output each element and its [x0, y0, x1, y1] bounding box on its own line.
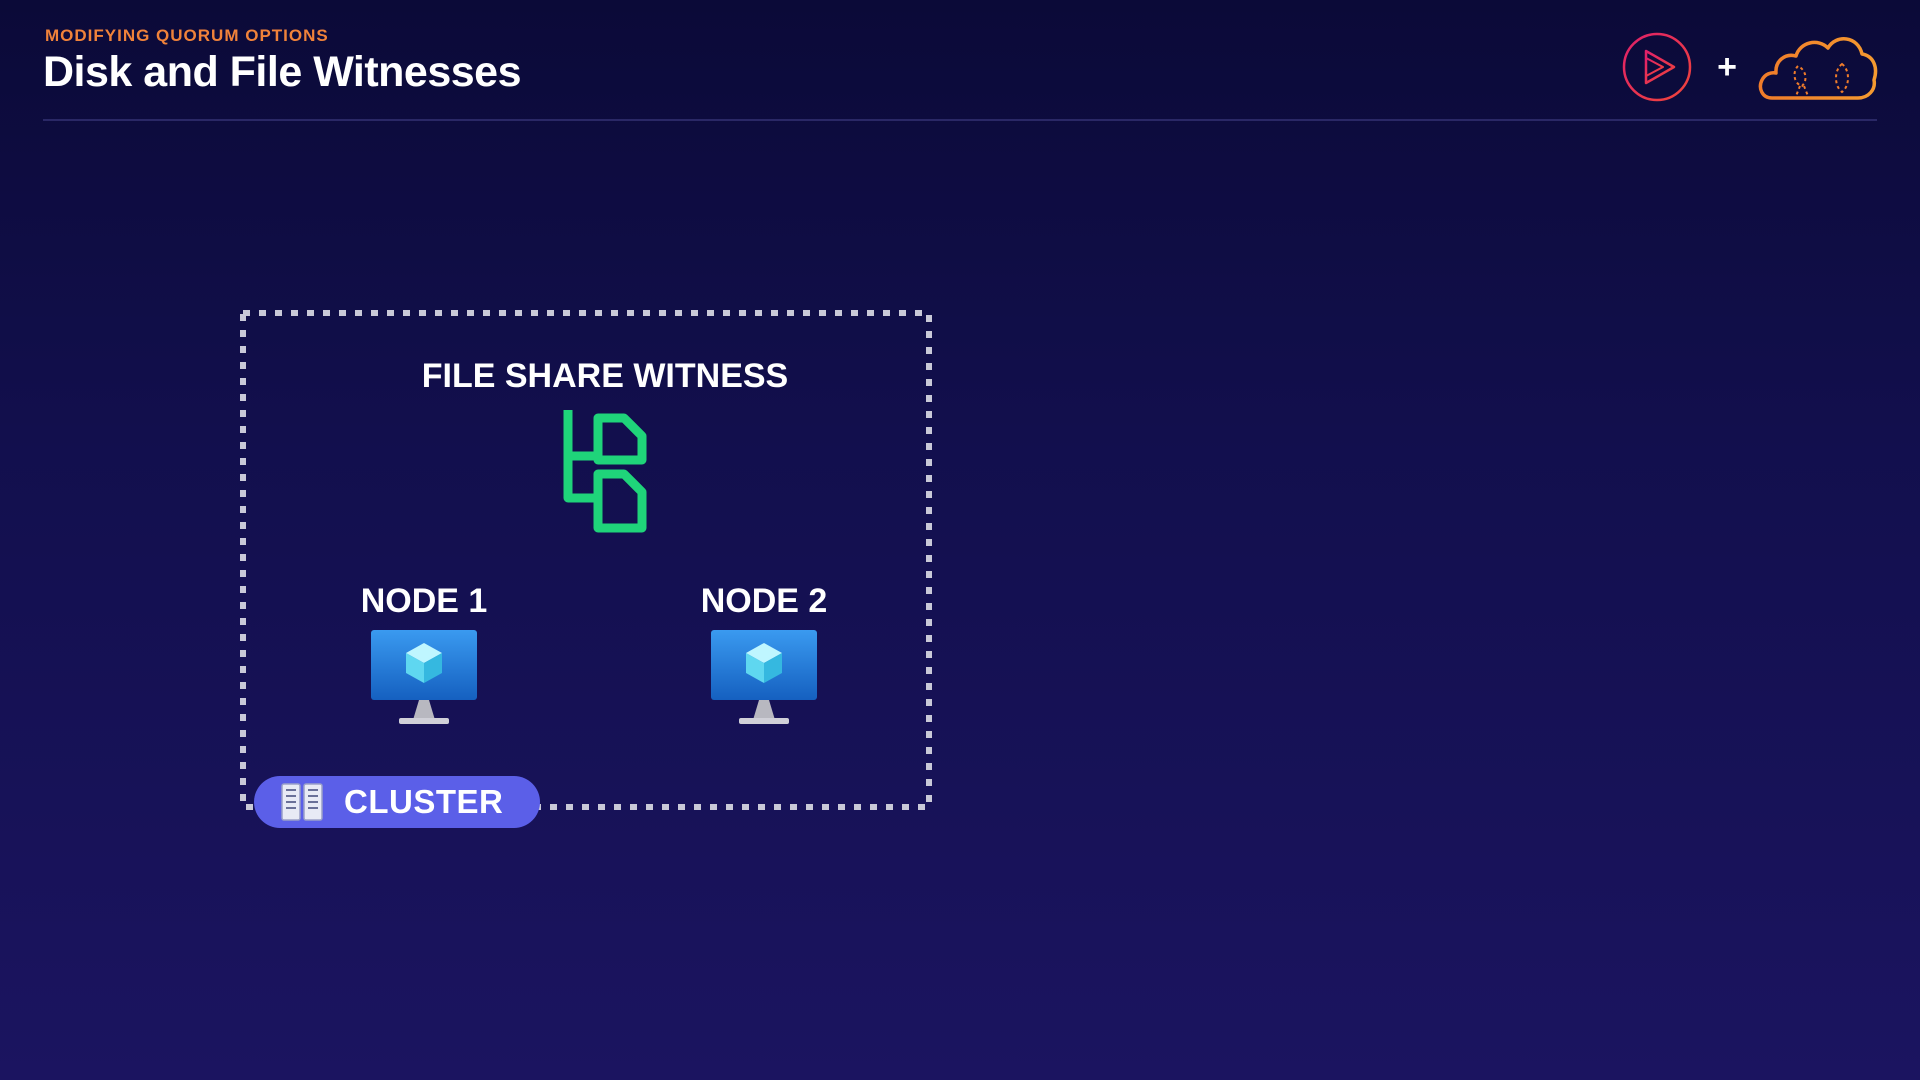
virtual-machine-icon	[371, 630, 477, 724]
header-divider	[43, 119, 1877, 121]
witness-label: FILE SHARE WITNESS	[421, 357, 789, 395]
cloud-gurus-cloud-icon	[1758, 37, 1878, 100]
section-eyebrow: MODIFYING QUORUM OPTIONS	[45, 26, 329, 45]
server-rack-icon	[281, 783, 323, 821]
file-share-icon	[563, 410, 647, 533]
cluster-label: CLUSTER	[344, 783, 504, 820]
node-1-label: NODE 1	[360, 582, 488, 620]
node-2-label: NODE 2	[700, 582, 828, 620]
page-title: Disk and File Witnesses	[43, 48, 522, 96]
virtual-machine-icon	[711, 630, 817, 724]
plus-sign: +	[1717, 48, 1737, 86]
pluralsight-play-icon	[1622, 32, 1692, 102]
cluster-badge: CLUSTER	[254, 776, 540, 828]
